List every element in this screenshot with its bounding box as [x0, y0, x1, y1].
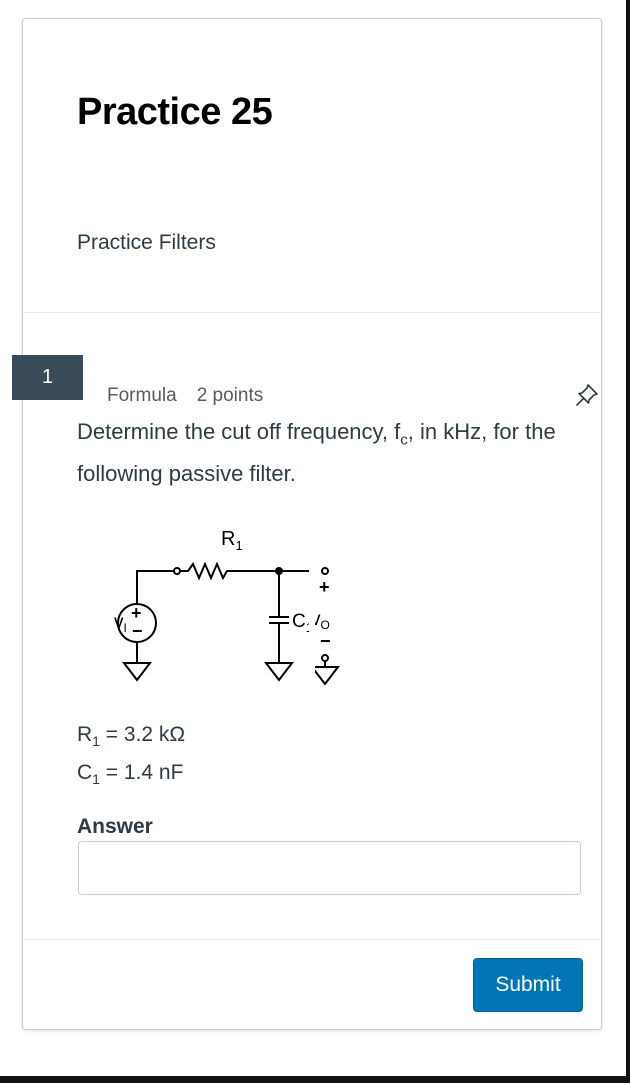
page-subtitle: Practice Filters — [77, 231, 216, 254]
pin-icon[interactable] — [574, 382, 600, 408]
given-capacitance: C1 = 1.4 nF — [77, 761, 184, 788]
given-values: R1 = 3.2 kΩ C1 = 1.4 nF — [77, 719, 185, 795]
answer-input[interactable] — [78, 841, 581, 895]
svg-text:R1: R1 — [221, 528, 243, 553]
rc-circuit-diagram: R1 + − vI C1 — [114, 528, 309, 682]
svg-text:−: − — [132, 621, 143, 641]
output-terminal-symbol: + vO − — [315, 567, 341, 685]
given-resistance: R1 = 3.2 kΩ — [77, 723, 186, 750]
question-prompt: Determine the cut off frequency, fc, in … — [77, 419, 556, 487]
window-edge-bottom — [0, 1076, 630, 1083]
answer-label: Answer — [77, 815, 153, 838]
question-type: Formula — [107, 385, 177, 406]
question-meta: Formula 2 points — [107, 385, 263, 407]
question-points: 2 points — [196, 385, 264, 406]
window-edge-right — [626, 0, 630, 1083]
submit-button[interactable]: Submit — [473, 958, 583, 1012]
svg-text:−: − — [320, 631, 331, 651]
svg-text:+: + — [319, 577, 330, 597]
quiz-card: Practice 25 Practice Filters Formula 2 po… — [22, 18, 602, 1030]
svg-text:vI: vI — [114, 612, 127, 635]
page-title: Practice 25 — [77, 91, 273, 133]
svg-text:+: + — [131, 603, 142, 623]
question-number-badge: 1 — [12, 355, 83, 400]
footer-divider — [23, 939, 601, 940]
header-divider — [23, 312, 601, 313]
svg-text:vO: vO — [315, 609, 330, 632]
svg-text:C1: C1 — [292, 611, 309, 635]
